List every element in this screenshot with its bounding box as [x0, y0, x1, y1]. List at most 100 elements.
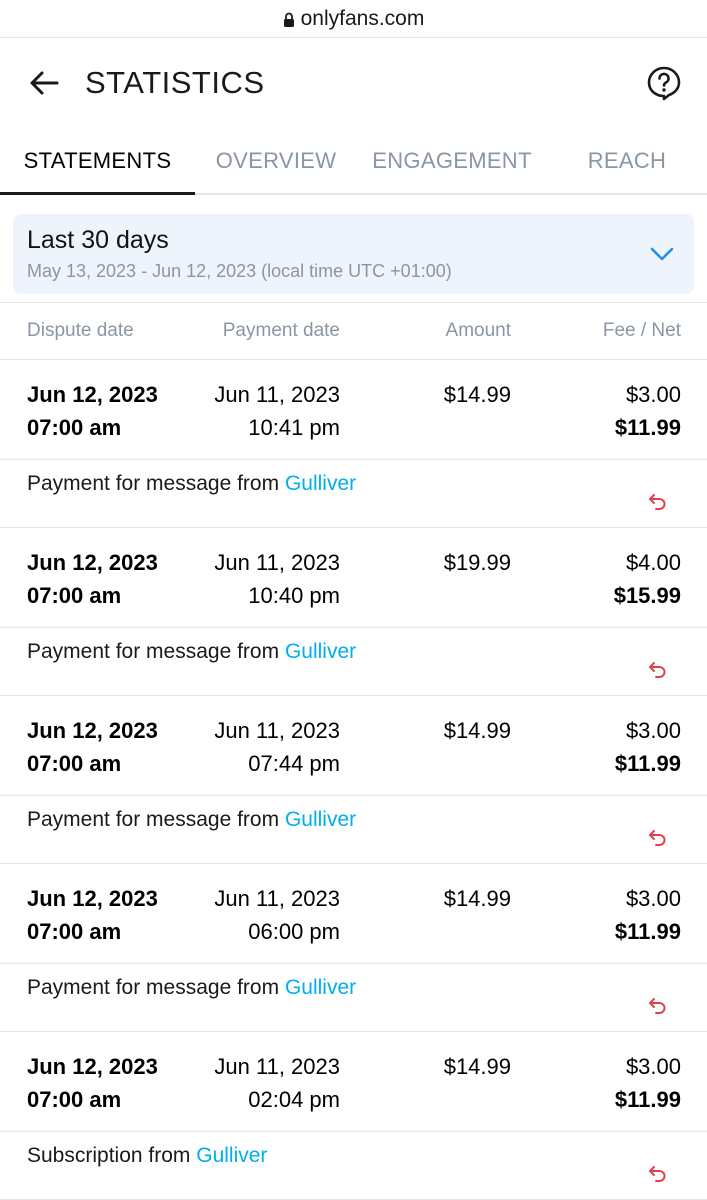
dispute-date: Jun 12, 2023 [27, 382, 158, 407]
statement-description: Payment for message from Gulliver [0, 964, 707, 1031]
amount: $19.99 [443, 550, 511, 575]
dispute-date-cell: Jun 12, 2023 07:00 am [27, 546, 195, 627]
dispute-date: Jun 12, 2023 [27, 1054, 158, 1079]
page-title: STATISTICS [85, 65, 265, 100]
col-fee-net: Fee / Net [602, 320, 681, 341]
payment-date: Jun 11, 2023 [214, 886, 340, 911]
column-headers: Dispute date Payment date Amount Fee / N… [0, 303, 707, 360]
payment-time: 10:41 pm [248, 415, 340, 440]
statement-entry: Jun 12, 2023 07:00 am Jun 11, 2023 02:04… [0, 1032, 707, 1200]
refund-icon[interactable] [647, 994, 669, 1016]
page-header: STATISTICS [0, 38, 707, 128]
payment-date-cell: Jun 11, 2023 10:40 pm [195, 546, 340, 627]
statement-description: Payment for message from Gulliver [0, 628, 707, 695]
net: $11.99 [614, 415, 681, 440]
date-range-label: Last 30 days [27, 226, 169, 254]
browser-url-bar[interactable]: onlyfans.com [0, 0, 707, 38]
refund-icon[interactable] [647, 490, 669, 512]
payment-time: 06:00 pm [248, 919, 340, 944]
fee: $4.00 [625, 550, 681, 575]
col-dispute-date: Dispute date [27, 320, 134, 341]
help-bubble-icon[interactable] [646, 65, 682, 101]
payment-date-cell: Jun 11, 2023 07:44 pm [195, 714, 340, 795]
dispute-date-cell: Jun 12, 2023 07:00 am [27, 882, 195, 963]
amount: $14.99 [443, 1054, 511, 1079]
payment-time: 07:44 pm [248, 751, 340, 776]
dispute-time: 07:00 am [27, 1087, 122, 1112]
statement-entry: Jun 12, 2023 07:00 am Jun 11, 2023 06:00… [0, 864, 707, 1032]
statement-entry: Jun 12, 2023 07:00 am Jun 11, 2023 07:44… [0, 696, 707, 864]
dispute-time: 07:00 am [27, 919, 122, 944]
tab-statements[interactable]: STATEMENTS [0, 128, 195, 195]
user-link[interactable]: Gulliver [285, 808, 356, 831]
tab-overview[interactable]: OVERVIEW [195, 128, 357, 193]
amount-cell: $14.99 [340, 882, 511, 963]
statement-row: Jun 12, 2023 07:00 am Jun 11, 2023 07:44… [0, 696, 707, 796]
amount-cell: $19.99 [340, 546, 511, 627]
payment-date: Jun 11, 2023 [214, 550, 340, 575]
user-link[interactable]: Gulliver [285, 640, 356, 663]
refund-icon[interactable] [647, 826, 669, 848]
net: $15.99 [613, 583, 681, 608]
tab-reach[interactable]: REACH [547, 128, 707, 193]
fee: $3.00 [625, 886, 681, 911]
payment-date-cell: Jun 11, 2023 10:41 pm [195, 378, 340, 459]
dispute-time: 07:00 am [27, 751, 122, 776]
payment-time: 02:04 pm [248, 1087, 340, 1112]
fee-net-cell: $3.00 $11.99 [511, 882, 681, 963]
statement-row: Jun 12, 2023 07:00 am Jun 11, 2023 10:40… [0, 528, 707, 628]
dispute-date: Jun 12, 2023 [27, 718, 158, 743]
user-link[interactable]: Gulliver [196, 1144, 267, 1167]
statement-description: Payment for message from Gulliver [0, 796, 707, 863]
amount: $14.99 [443, 382, 511, 407]
description-text: Payment for message from [27, 808, 285, 831]
net: $11.99 [614, 919, 681, 944]
statement-list: Jun 12, 2023 07:00 am Jun 11, 2023 10:41… [0, 360, 707, 1200]
amount: $14.99 [443, 886, 511, 911]
net: $11.99 [614, 751, 681, 776]
amount-cell: $14.99 [340, 714, 511, 795]
tab-engagement[interactable]: ENGAGEMENT [357, 128, 547, 193]
tab-bar: STATEMENTS OVERVIEW ENGAGEMENT REACH [0, 128, 707, 195]
fee-net-cell: $4.00 $15.99 [511, 546, 681, 627]
date-range-selector[interactable]: Last 30 days May 13, 2023 - Jun 12, 2023… [13, 214, 694, 294]
statement-description: Subscription from Gulliver [0, 1132, 707, 1199]
fee-net-cell: $3.00 $11.99 [511, 1050, 681, 1131]
payment-date-cell: Jun 11, 2023 02:04 pm [195, 1050, 340, 1131]
lock-icon [283, 12, 294, 27]
dispute-date-cell: Jun 12, 2023 07:00 am [27, 1050, 195, 1131]
statement-entry: Jun 12, 2023 07:00 am Jun 11, 2023 10:40… [0, 528, 707, 696]
description-text: Payment for message from [27, 472, 285, 495]
dispute-time: 07:00 am [27, 415, 122, 440]
dispute-date-cell: Jun 12, 2023 07:00 am [27, 714, 195, 795]
net: $11.99 [614, 1087, 681, 1112]
dispute-date: Jun 12, 2023 [27, 886, 158, 911]
statement-row: Jun 12, 2023 07:00 am Jun 11, 2023 06:00… [0, 864, 707, 964]
description-text: Payment for message from [27, 640, 285, 663]
payment-date: Jun 11, 2023 [214, 1054, 340, 1079]
refund-icon[interactable] [647, 1162, 669, 1184]
fee: $3.00 [625, 382, 681, 407]
chevron-down-icon[interactable] [648, 240, 676, 268]
back-arrow-icon[interactable] [27, 66, 61, 100]
statement-description: Payment for message from Gulliver [0, 460, 707, 527]
user-link[interactable]: Gulliver [285, 976, 356, 999]
statement-entry: Jun 12, 2023 07:00 am Jun 11, 2023 10:41… [0, 360, 707, 528]
refund-icon[interactable] [647, 658, 669, 680]
dispute-time: 07:00 am [27, 583, 122, 608]
date-range-section: Last 30 days May 13, 2023 - Jun 12, 2023… [0, 195, 707, 303]
payment-date: Jun 11, 2023 [214, 718, 340, 743]
fee: $3.00 [625, 1054, 681, 1079]
fee-net-cell: $3.00 $11.99 [511, 714, 681, 795]
user-link[interactable]: Gulliver [285, 472, 356, 495]
description-text: Subscription from [27, 1144, 197, 1167]
dispute-date: Jun 12, 2023 [27, 550, 158, 575]
url-text: onlyfans.com [300, 6, 425, 30]
fee-net-cell: $3.00 $11.99 [511, 378, 681, 459]
fee: $3.00 [625, 718, 681, 743]
statement-row: Jun 12, 2023 07:00 am Jun 11, 2023 10:41… [0, 360, 707, 460]
description-text: Payment for message from [27, 976, 285, 999]
col-amount: Amount [445, 320, 511, 341]
payment-time: 10:40 pm [248, 583, 340, 608]
col-payment-date: Payment date [222, 320, 340, 341]
